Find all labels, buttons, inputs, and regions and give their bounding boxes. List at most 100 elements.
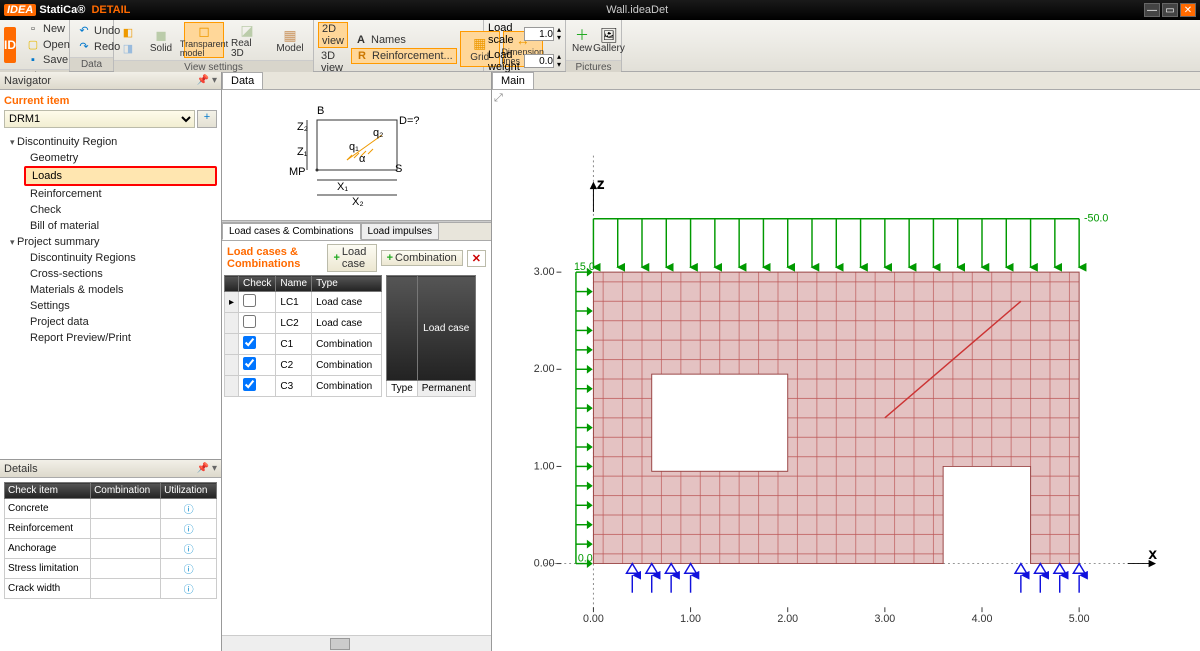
load-weight-input[interactable] (524, 54, 554, 68)
table-row[interactable]: Anchorageⓘ (5, 539, 217, 559)
svg-text:Z₂: Z₂ (297, 121, 308, 133)
file-menu-button[interactable]: ID (4, 27, 16, 63)
stepper-icon[interactable]: ▴▾ (557, 26, 561, 42)
table-row[interactable]: TypePermanent (387, 381, 476, 397)
expand-icon[interactable]: ⤢ (494, 92, 503, 104)
current-item-label: Current item (4, 92, 217, 110)
table-row[interactable]: C1Combination (225, 334, 382, 355)
model-icon: ▦ (280, 26, 300, 44)
open-button[interactable]: ▢Open (23, 37, 73, 52)
check-lc1[interactable] (243, 294, 256, 307)
tree-node-summary[interactable]: Project summary (4, 234, 217, 250)
add-loadcase-button[interactable]: +Load case (327, 244, 376, 272)
group-label-data: Data (70, 57, 113, 71)
tab-loadimpulses[interactable]: Load impulses (361, 223, 439, 240)
new-picture-button[interactable]: ＋New (570, 22, 594, 58)
drawing-canvas[interactable]: -50.0 15.0 0.0 (492, 107, 1200, 651)
svg-text:1.00: 1.00 (534, 460, 555, 472)
minimize-button[interactable]: — (1144, 3, 1160, 17)
tab-main[interactable]: Main (492, 72, 534, 89)
2dview-button[interactable]: 2D view (318, 22, 348, 48)
svg-text:X₂: X₂ (352, 196, 364, 208)
svg-text:0.0: 0.0 (578, 553, 593, 565)
tab-data[interactable]: Data (222, 72, 263, 89)
data-panel: Data Z₂Z₁ X₁ X₂ MP BD=? q₂q₁ S α Load ca… (222, 72, 492, 651)
svg-text:1.00: 1.00 (680, 613, 701, 625)
pin-icon[interactable]: 📌 ▾ (197, 75, 217, 86)
tree-node-settings[interactable]: Settings (24, 298, 217, 314)
tree-node-regions[interactable]: Discontinuity Regions (24, 250, 217, 266)
info-icon[interactable]: ⓘ (161, 499, 217, 519)
load-scale-input[interactable] (524, 27, 554, 41)
tree-node-discontinuity[interactable]: Discontinuity Region (4, 134, 217, 150)
svg-text:B: B (317, 105, 324, 117)
tab-loadcases[interactable]: Load cases & Combinations (222, 223, 361, 240)
delete-button[interactable]: ✕ (467, 250, 486, 267)
table-row[interactable]: C3Combination (225, 376, 382, 397)
icon-box1[interactable]: ◧ (118, 25, 138, 40)
check-c3[interactable] (243, 378, 256, 391)
table-row[interactable]: LC2Load case (225, 313, 382, 334)
svg-text:-50.0: -50.0 (1084, 213, 1108, 225)
check-lc2[interactable] (243, 315, 256, 328)
svg-text:2.00: 2.00 (534, 363, 555, 375)
check-c1[interactable] (243, 336, 256, 349)
table-row[interactable]: C2Combination (225, 355, 382, 376)
real3d-button[interactable]: ◪Real 3D (227, 22, 267, 58)
add-combination-button[interactable]: +Combination (381, 250, 463, 266)
tree-node-projectdata[interactable]: Project data (24, 314, 217, 330)
tree-node-bom[interactable]: Bill of material (24, 218, 217, 234)
svg-text:4.00: 4.00 (972, 613, 993, 625)
info-icon[interactable]: ⓘ (161, 539, 217, 559)
solid-button[interactable]: ◼Solid (141, 22, 181, 58)
tree-node-materials[interactable]: Materials & models (24, 282, 217, 298)
details-panel: Details 📌 ▾ Check itemCombinationUtiliza… (0, 459, 221, 651)
svg-text:0.00: 0.00 (534, 557, 555, 569)
save-button[interactable]: ▪Save (23, 53, 73, 67)
stepper-icon[interactable]: ▴▾ (557, 53, 561, 69)
names-button[interactable]: ANames (351, 33, 457, 47)
gallery-button[interactable]: 🖼Gallery (597, 22, 621, 58)
table-row[interactable]: Concreteⓘ (5, 499, 217, 519)
redo-icon: ↷ (77, 40, 91, 53)
lc-title: Load cases & Combinations (227, 246, 319, 270)
cube3d-icon: ◪ (237, 22, 257, 39)
icon-box2[interactable]: ◨ (118, 41, 138, 56)
tree-node-geometry[interactable]: Geometry (24, 150, 217, 166)
horizontal-scrollbar[interactable] (222, 635, 491, 651)
svg-text:MP: MP (289, 166, 306, 178)
info-icon[interactable]: ⓘ (161, 559, 217, 579)
add-item-button[interactable]: + (197, 110, 217, 128)
tree-node-check[interactable]: Check (24, 202, 217, 218)
cube-icon: ◼ (151, 26, 171, 44)
model-button[interactable]: ▦Model (270, 22, 310, 58)
check-c2[interactable] (243, 357, 256, 370)
pin-icon[interactable]: 📌 ▾ (197, 463, 217, 474)
load-diagram: Z₂Z₁ X₁ X₂ MP BD=? q₂q₁ S α (222, 90, 491, 220)
title-bar: IDEA StatiCa® DETAIL Wall.ideaDet — ▭ ✕ (0, 0, 1200, 20)
new-button[interactable]: ▫New (23, 22, 73, 36)
tree-node-reinforcement[interactable]: Reinforcement (24, 186, 217, 202)
svg-text:0.00: 0.00 (583, 613, 604, 625)
table-row[interactable]: Crack widthⓘ (5, 579, 217, 599)
transparent-button[interactable]: ◻Transparent model (184, 22, 224, 58)
tree-node-report[interactable]: Report Preview/Print (24, 330, 217, 346)
svg-text:3.00: 3.00 (534, 266, 555, 278)
current-item-dropdown[interactable]: DRM1 (4, 110, 195, 128)
plus-icon: ＋ (572, 26, 592, 44)
cube-transparent-icon: ◻ (194, 23, 214, 40)
new-icon: ▫ (26, 23, 40, 35)
tree-node-loads[interactable]: Loads (24, 166, 217, 186)
app-logo: IDEA StatiCa® DETAIL (4, 4, 130, 16)
info-icon[interactable]: ⓘ (161, 519, 217, 539)
tree-node-crosssections[interactable]: Cross-sections (24, 266, 217, 282)
info-icon[interactable]: ⓘ (161, 579, 217, 599)
svg-text:Z₁: Z₁ (297, 146, 308, 158)
close-button[interactable]: ✕ (1180, 3, 1196, 17)
table-row[interactable]: Reinforcementⓘ (5, 519, 217, 539)
table-row[interactable]: Stress limitationⓘ (5, 559, 217, 579)
reinforcement-button[interactable]: RReinforcement... (351, 48, 457, 64)
table-row[interactable]: ▸LC1Load case (225, 292, 382, 313)
maximize-button[interactable]: ▭ (1162, 3, 1178, 17)
svg-text:X₁: X₁ (337, 181, 348, 193)
